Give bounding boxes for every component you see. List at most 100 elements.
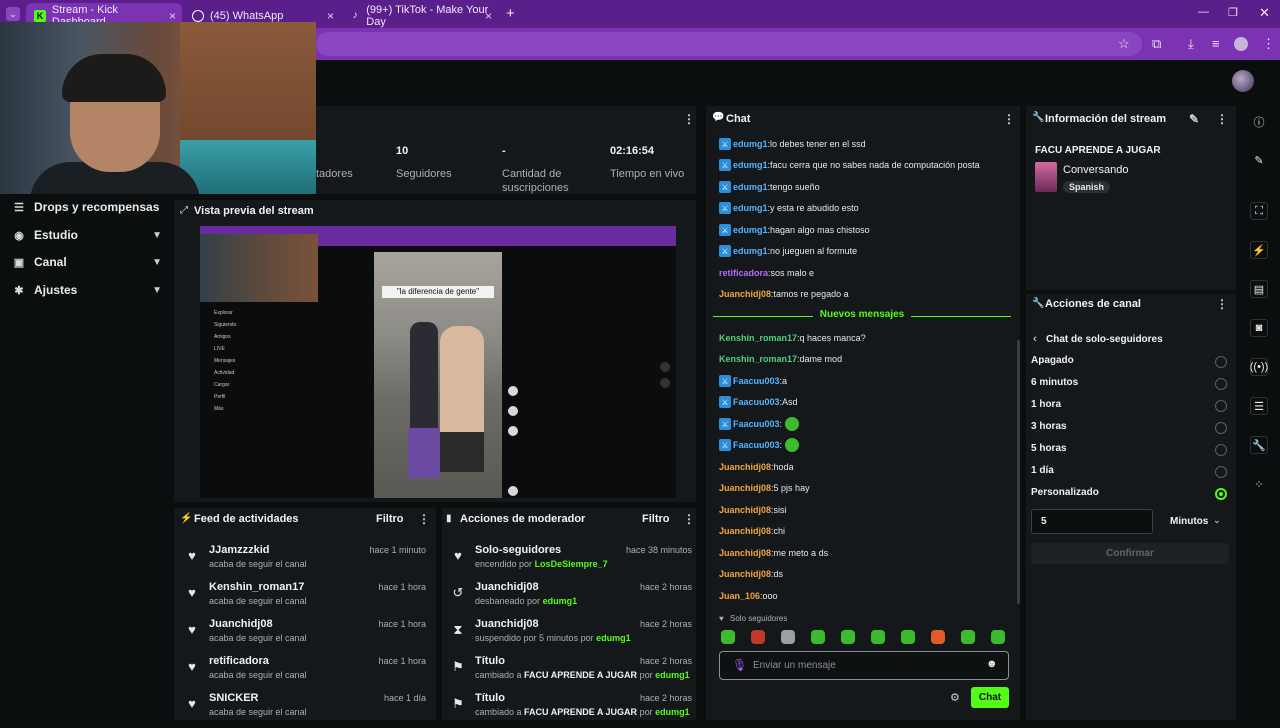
mic-icon[interactable]: 🎙 — [732, 658, 747, 672]
chat-message[interactable]: ⚔ Faacuu003: — [719, 416, 800, 432]
follower-mode-option[interactable]: 3 horas — [1031, 419, 1229, 437]
chat-username[interactable]: Kenshin_roman17 — [719, 354, 797, 364]
clipboard-icon[interactable]: ▤ — [1250, 280, 1268, 298]
chat-username[interactable]: Juanchidj08 — [719, 569, 771, 579]
mod-action-row[interactable]: ⧗ Juanchidj08 suspendido por 5 minutos por… — [450, 618, 692, 654]
chat-username[interactable]: edumg1 — [733, 203, 768, 213]
follower-mode-option[interactable]: 1 día — [1031, 463, 1229, 481]
chat-username[interactable]: Kenshin_roman17 — [719, 333, 797, 343]
confirm-button[interactable]: Confirmar — [1031, 543, 1229, 564]
chat-username[interactable]: Faacuu003 — [733, 376, 780, 386]
radio-button[interactable] — [1215, 400, 1227, 412]
activity-row[interactable]: ♥ Juanchidj08 acaba de seguir el canal hace… — [184, 618, 426, 654]
chat-scrollbar[interactable] — [1017, 340, 1020, 604]
chat-message[interactable]: ⚔ Faacuu003: a — [719, 373, 787, 389]
chat-message[interactable]: Juanchidj08: hoda — [719, 459, 794, 475]
close-icon[interactable]: × — [485, 9, 492, 23]
activity-row[interactable]: ♥ Kenshin_roman17 acaba de seguir el canal… — [184, 581, 426, 617]
sidebar-item-ajustes[interactable]: ✱ Ajustes ▼ — [12, 278, 162, 302]
chat-message[interactable]: Juanchidj08: chi — [719, 523, 785, 539]
sidebar-item-estudio[interactable]: ◉ Estudio ▼ — [12, 223, 162, 247]
activity-row[interactable]: ♥ JJamzzzkid acaba de seguir el canal hace … — [184, 544, 426, 580]
mod-action-row[interactable]: ⚑ Título cambiado a FACU APRENDE A JUGAR p… — [450, 692, 692, 728]
emote-icon[interactable] — [931, 630, 945, 644]
extensions-icon[interactable]: ⧉ — [1152, 36, 1161, 52]
broadcast-icon[interactable]: ((•)) — [1250, 358, 1268, 376]
follower-mode-option[interactable]: 1 hora — [1031, 397, 1229, 415]
chat-message[interactable]: Juanchidj08: tamos re pegado a — [719, 286, 849, 302]
chat-message[interactable]: Juanchidj08: sisi — [719, 502, 787, 518]
follower-mode-option[interactable]: 6 minutos — [1031, 375, 1229, 393]
new-messages-divider[interactable]: Nuevos mensajes — [713, 309, 1011, 323]
chat-message[interactable]: Juanchidj08: 5 pjs hay — [719, 480, 810, 496]
chat-message[interactable]: ⚔ Faacuu003: — [719, 437, 800, 453]
radio-button[interactable] — [1215, 378, 1227, 390]
mod-action-moderator[interactable]: edumg1 — [655, 670, 690, 680]
chat-username[interactable]: Juanchidj08 — [719, 526, 771, 536]
mod-action-row[interactable]: ⚑ Título cambiado a FACU APRENDE A JUGAR p… — [450, 655, 692, 691]
close-icon[interactable]: × — [169, 9, 176, 23]
activity-more-icon[interactable]: ⋮ — [418, 512, 430, 526]
emoji-icon[interactable]: ☻ — [986, 658, 998, 670]
tools-icon[interactable]: 🔧 — [1250, 436, 1268, 454]
chat-username[interactable]: Juanchidj08 — [719, 548, 771, 558]
profile-avatar[interactable] — [1234, 37, 1248, 51]
chat-username[interactable]: Juanchidj08 — [719, 462, 771, 472]
stream-preview-video[interactable]: Explorar Siguiendo Amigos LIVE Mensajes Activ… — [200, 226, 676, 498]
chat-bubble-icon[interactable]: ◙ — [1250, 319, 1268, 337]
emote-icon[interactable] — [871, 630, 885, 644]
chat-input[interactable]: 🎙 Enviar un mensaje ☻ — [719, 651, 1009, 680]
chat-message[interactable]: retificadora: sos malo e — [719, 265, 814, 281]
chat-message[interactable]: ⚔ edumg1: no jueguen al formute — [719, 243, 857, 259]
avatar[interactable] — [1232, 70, 1254, 92]
chat-message[interactable]: Juanchidj08: me meto a ds — [719, 545, 828, 561]
info-icon[interactable]: ⓘ — [1250, 113, 1268, 131]
star-icon[interactable]: ☆ — [1118, 36, 1130, 52]
sidebar-item-drops[interactable]: ☰ Drops y recompensas — [12, 195, 172, 219]
emote-icon[interactable] — [901, 630, 915, 644]
edit-icon[interactable]: ✎ — [1189, 112, 1199, 126]
chat-message[interactable]: ⚔ edumg1: hagan algo mas chistoso — [719, 222, 870, 238]
chat-message[interactable]: Kenshin_roman17: q haces manca? — [719, 330, 866, 346]
minimize-icon[interactable]: — — [1198, 6, 1209, 18]
tab-search-icon[interactable]: ⌄ — [6, 7, 20, 21]
chat-message[interactable]: ⚔ edumg1: tengo sueño — [719, 179, 820, 195]
chat-message[interactable]: Juan_106: ooo — [719, 588, 778, 604]
emote-icon[interactable] — [721, 630, 735, 644]
chat-send-button[interactable]: Chat — [971, 687, 1009, 708]
mod-more-icon[interactable]: ⋮ — [683, 512, 695, 526]
chat-username[interactable]: Juanchidj08 — [719, 289, 771, 299]
activity-row[interactable]: ♥ SNICKER acaba de seguir el canal hace 1 d… — [184, 692, 426, 728]
chat-message[interactable]: ⚔ edumg1: facu cerra que no sabes nada de… — [719, 157, 980, 173]
chat-username[interactable]: Faacuu003 — [733, 397, 780, 407]
grid-icon[interactable]: ⁘ — [1250, 475, 1268, 493]
radio-button[interactable] — [1215, 356, 1227, 368]
chat-username[interactable]: edumg1 — [733, 225, 768, 235]
sidebar-item-canal[interactable]: ▣ Canal ▼ — [12, 250, 162, 274]
mod-action-moderator[interactable]: edumg1 — [543, 596, 578, 606]
close-icon[interactable]: × — [327, 9, 334, 23]
activity-filter-button[interactable]: Filtro — [376, 513, 404, 525]
emote-icon[interactable] — [991, 630, 1005, 644]
emote-icon[interactable] — [961, 630, 975, 644]
follower-mode-option[interactable]: Apagado — [1031, 353, 1229, 371]
more-icon[interactable]: ⋮ — [1262, 36, 1275, 52]
emote-icon[interactable] — [781, 630, 795, 644]
chat-username[interactable]: Faacuu003 — [733, 440, 780, 450]
url-field[interactable] — [316, 32, 1142, 56]
close-window-icon[interactable]: ✕ — [1259, 5, 1270, 21]
fullscreen-icon[interactable]: ⛶ — [1250, 202, 1268, 220]
pencil-icon[interactable]: ✎ — [1250, 151, 1268, 169]
stream-info-more-icon[interactable]: ⋮ — [1216, 112, 1228, 126]
chat-username[interactable]: edumg1 — [733, 246, 768, 256]
list-icon[interactable]: ☰ — [1250, 397, 1268, 415]
follower-mode-option[interactable]: 5 horas — [1031, 441, 1229, 459]
chat-settings-icon[interactable]: ⚙ — [950, 691, 960, 704]
radio-button[interactable] — [1215, 422, 1227, 434]
emote-icon[interactable] — [751, 630, 765, 644]
chat-username[interactable]: edumg1 — [733, 139, 768, 149]
mod-filter-button[interactable]: Filtro — [642, 513, 670, 525]
activity-row[interactable]: ♥ retificadora acaba de seguir el canal hac… — [184, 655, 426, 691]
mod-action-row[interactable]: ♥ Solo-seguidores encendido por LosDeSiemp… — [450, 544, 692, 580]
custom-duration-input[interactable]: 5 — [1031, 509, 1153, 534]
